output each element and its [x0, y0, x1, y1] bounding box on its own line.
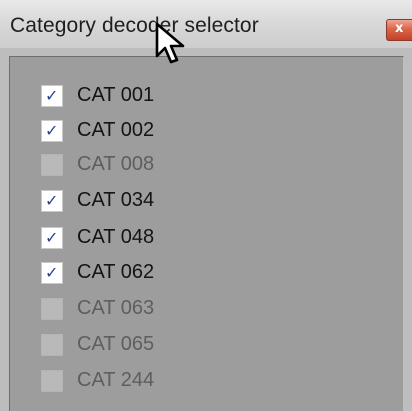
category-label: CAT 063	[77, 297, 155, 319]
category-item[interactable]: ✓ CAT 002	[41, 118, 241, 146]
category-item[interactable]: ✓ CAT 062	[41, 260, 241, 288]
category-item[interactable]: ✓ CAT 048	[41, 225, 241, 253]
checkmark-icon: ✓	[45, 191, 59, 210]
category-checkbox[interactable]	[41, 334, 63, 356]
category-item[interactable]: CAT 065	[41, 332, 241, 360]
checkmark-icon: ✓	[45, 121, 59, 140]
category-label: CAT 002	[77, 119, 155, 141]
category-label: CAT 062	[77, 261, 155, 283]
category-item[interactable]: ✓ CAT 034	[41, 188, 241, 216]
checkmark-icon: ✓	[45, 86, 59, 105]
category-label: CAT 008	[77, 153, 155, 175]
category-checkbox[interactable]	[41, 154, 63, 176]
checkmark-icon: ✓	[45, 263, 59, 282]
mouse-pointer-icon	[155, 22, 185, 64]
category-checkbox[interactable]: ✓	[41, 190, 63, 212]
category-item[interactable]: CAT 244	[41, 368, 241, 396]
close-button[interactable]: x	[386, 19, 412, 41]
category-item[interactable]: ✓ CAT 001	[41, 83, 241, 111]
category-checkbox[interactable]	[41, 370, 63, 392]
category-checkbox[interactable]: ✓	[41, 120, 63, 142]
category-item[interactable]: CAT 008	[41, 152, 241, 180]
close-icon: x	[395, 21, 404, 36]
window-title: Category decoder selector	[10, 14, 259, 37]
category-checkbox[interactable]: ✓	[41, 85, 63, 107]
category-checkbox[interactable]: ✓	[41, 262, 63, 284]
category-list-panel: ✓ CAT 001 ✓ CAT 002 CAT 008 ✓ CAT 034 ✓ …	[9, 56, 404, 411]
category-label: CAT 065	[77, 333, 155, 355]
category-label: CAT 244	[77, 369, 155, 391]
title-bar[interactable]: Category decoder selector x	[0, 0, 412, 48]
category-checkbox[interactable]: ✓	[41, 227, 63, 249]
checkmark-icon: ✓	[45, 228, 59, 247]
category-label: CAT 001	[77, 84, 155, 106]
category-item[interactable]: CAT 063	[41, 296, 241, 324]
category-decoder-selector-window: Category decoder selector x ✓ CAT 001 ✓ …	[0, 0, 412, 411]
category-label: CAT 034	[77, 189, 155, 211]
category-label: CAT 048	[77, 226, 155, 248]
category-checkbox[interactable]	[41, 298, 63, 320]
